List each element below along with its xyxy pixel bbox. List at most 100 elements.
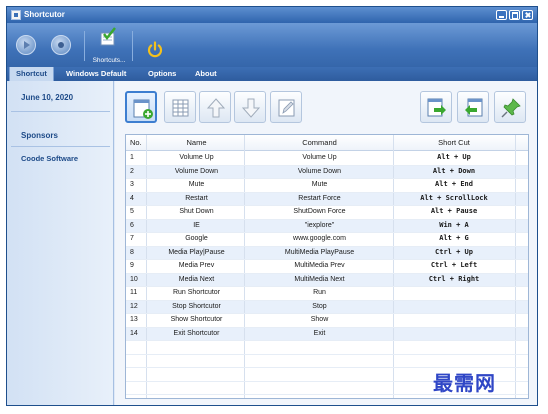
row-divider bbox=[126, 191, 528, 193]
move-down-button[interactable] bbox=[234, 91, 266, 123]
row-command: MultiMedia Prev bbox=[294, 262, 345, 269]
row-shortcut: Ctrl + Right bbox=[428, 274, 480, 283]
add-shortcut-button[interactable] bbox=[125, 91, 157, 123]
maximize-button[interactable] bbox=[509, 10, 520, 20]
shortcuts-check-icon bbox=[100, 27, 116, 46]
row-divider bbox=[126, 259, 528, 260]
row-command: MultiMedia PlayPause bbox=[284, 248, 355, 256]
table-row[interactable]: 4 Restart Restart Force Alt + ScrollLock bbox=[126, 191, 528, 205]
tab-windows-default[interactable]: Windows Default bbox=[60, 67, 132, 81]
tab-bar: Shortcut Windows Default Options About bbox=[7, 67, 537, 81]
window-title: Shortcutor bbox=[24, 10, 65, 19]
row-name: Mute bbox=[188, 181, 205, 188]
row-command: Run bbox=[313, 289, 326, 296]
table-row[interactable]: 1 Volume Up Volume Up Alt + Up bbox=[126, 151, 528, 165]
column-header-shortcut[interactable]: Short Cut bbox=[396, 135, 512, 151]
table-row[interactable]: 9 Media Prev MultiMedia Prev Ctrl + Left bbox=[126, 259, 528, 273]
row-divider bbox=[126, 286, 528, 287]
row-number: 2 bbox=[130, 167, 134, 175]
arrow-up-icon bbox=[206, 98, 226, 118]
table-row[interactable]: 13 Show Shortcutor Show bbox=[126, 313, 528, 327]
row-command: "iexplore" bbox=[304, 221, 335, 229]
table-row[interactable]: 12 Stop Shortcutor Stop bbox=[126, 299, 528, 314]
shortcuts-button[interactable]: Shortcuts... bbox=[88, 25, 130, 65]
sponsor-link[interactable]: Coode Software bbox=[21, 154, 78, 163]
close-button[interactable] bbox=[522, 10, 533, 20]
row-name: Shut Down bbox=[179, 208, 214, 215]
edit-shortcut-button[interactable] bbox=[270, 91, 302, 123]
row-number: 1 bbox=[130, 154, 134, 161]
row-number: 8 bbox=[130, 248, 134, 256]
column-header-command[interactable]: Command bbox=[248, 135, 391, 151]
table-row[interactable]: 8 Media Play|Pause MultiMedia PlayPause Ctr… bbox=[126, 245, 528, 259]
row-command: ShutDown Force bbox=[293, 208, 346, 215]
row-number: 14 bbox=[130, 329, 138, 337]
row-divider bbox=[126, 313, 528, 314]
tab-options[interactable]: Options bbox=[142, 67, 182, 81]
play-button[interactable] bbox=[16, 35, 36, 55]
table-row[interactable]: 2 Volume Down Volume Down Alt + Down bbox=[126, 164, 528, 178]
row-divider bbox=[126, 272, 528, 274]
row-name: Media Prev bbox=[178, 262, 215, 269]
minimize-button[interactable] bbox=[496, 10, 507, 20]
arrow-down-icon bbox=[241, 98, 261, 118]
sidebar: June 10, 2020 Sponsors Coode Software bbox=[7, 81, 114, 405]
tab-shortcut[interactable]: Shortcut bbox=[9, 67, 54, 81]
row-shortcut bbox=[396, 313, 512, 327]
table-row[interactable]: 5 Shut Down ShutDown Force Alt + Pause bbox=[126, 205, 528, 219]
row-divider bbox=[126, 164, 528, 166]
column-divider bbox=[515, 135, 516, 398]
pin-button[interactable] bbox=[494, 91, 526, 123]
import-button[interactable] bbox=[420, 91, 452, 123]
table-row[interactable]: 11 Run Shortcutor Run bbox=[126, 286, 528, 300]
export-button[interactable] bbox=[457, 91, 489, 123]
row-command: Stop bbox=[312, 302, 327, 310]
tab-about[interactable]: About bbox=[189, 67, 223, 81]
row-name: Media Play|Pause bbox=[168, 248, 225, 256]
column-divider bbox=[244, 135, 245, 398]
row-command: www.google.com bbox=[293, 235, 346, 242]
stop-button[interactable] bbox=[51, 35, 71, 55]
row-shortcut: Win + A bbox=[439, 220, 469, 229]
row-number: 9 bbox=[130, 262, 134, 269]
row-name: Show Shortcutor bbox=[170, 316, 223, 323]
row-command: MultiMedia Next bbox=[294, 275, 345, 283]
row-shortcut: Alt + End bbox=[435, 180, 473, 188]
toolbar-separator bbox=[84, 31, 85, 61]
row-divider bbox=[126, 232, 528, 233]
row-divider bbox=[126, 218, 528, 220]
sidebar-divider bbox=[11, 146, 110, 147]
row-shortcut: Alt + G bbox=[439, 234, 469, 242]
row-name: Google bbox=[185, 235, 208, 242]
column-divider bbox=[393, 135, 394, 398]
row-name: Stop Shortcutor bbox=[172, 302, 221, 310]
grid-view-button[interactable] bbox=[164, 91, 196, 123]
row-divider bbox=[126, 299, 528, 301]
column-header-name[interactable]: Name bbox=[150, 135, 243, 151]
table-row[interactable]: 10 Media Next MultiMedia Next Ctrl + Right bbox=[126, 272, 528, 286]
toolbar-separator bbox=[132, 31, 133, 61]
table-row[interactable]: 3 Mute Mute Alt + End bbox=[126, 178, 528, 192]
column-header-no[interactable]: No. bbox=[130, 135, 146, 151]
row-shortcut bbox=[396, 327, 512, 341]
shortcuts-label: Shortcuts... bbox=[92, 57, 126, 64]
power-icon bbox=[147, 41, 163, 58]
table-header: No. Name Command Short Cut bbox=[126, 135, 528, 151]
grid-table-icon bbox=[172, 99, 189, 117]
shortcut-table[interactable]: No. Name Command Short Cut 1 Volume Up Vol… bbox=[125, 134, 529, 399]
row-shortcut: Alt + Down bbox=[432, 166, 476, 175]
table-row[interactable]: 14 Exit Shortcutor Exit bbox=[126, 326, 528, 341]
table-row[interactable]: 7 Google www.google.com Alt + G bbox=[126, 232, 528, 246]
row-name: Run Shortcutor bbox=[172, 289, 221, 296]
title-bar[interactable]: Shortcutor bbox=[7, 7, 537, 23]
app-icon bbox=[11, 10, 21, 20]
power-button[interactable] bbox=[146, 41, 164, 59]
row-shortcut bbox=[396, 300, 512, 314]
row-command: Volume Down bbox=[297, 167, 342, 175]
table-row[interactable]: 6 IE "iexplore" Win + A bbox=[126, 218, 528, 232]
row-name: Volume Down bbox=[174, 167, 219, 175]
move-up-button[interactable] bbox=[199, 91, 231, 123]
row-number: 13 bbox=[130, 316, 138, 323]
app-window: Shortcutor Shortcuts... Shortcut Windows… bbox=[6, 6, 538, 406]
row-name: Media Next bbox=[178, 275, 215, 283]
